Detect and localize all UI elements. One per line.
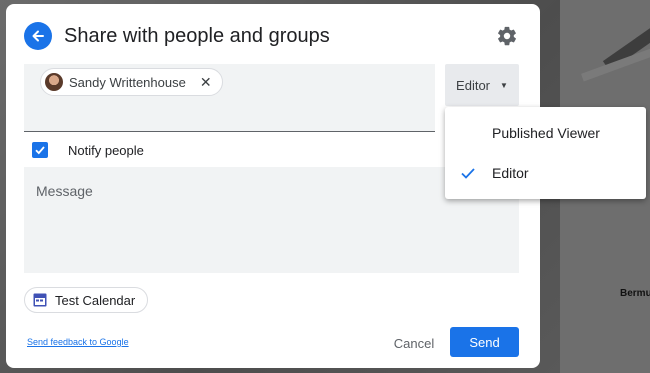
notify-people-row: Notify people <box>32 142 144 158</box>
send-feedback-link[interactable]: Send feedback to Google <box>27 337 129 347</box>
calendar-chip[interactable]: Test Calendar <box>24 287 149 313</box>
check-icon <box>461 168 475 179</box>
gear-icon[interactable] <box>496 25 518 47</box>
person-chip[interactable]: Sandy Writtenhouse ✕ <box>40 68 223 96</box>
person-chip-name: Sandy Writtenhouse <box>69 74 186 90</box>
role-dropdown-label: Editor <box>456 77 491 93</box>
close-icon[interactable]: ✕ <box>200 75 212 89</box>
notify-people-checkbox[interactable] <box>32 142 48 158</box>
check-icon <box>35 146 45 155</box>
calendar-icon <box>33 293 47 307</box>
send-button[interactable]: Send <box>450 327 519 357</box>
back-button[interactable] <box>24 22 52 50</box>
dialog-header: Share with people and groups <box>24 22 330 50</box>
calendar-label: Test Calendar <box>55 292 136 308</box>
map-label: Bermu <box>620 288 650 299</box>
role-option-editor[interactable]: Editor <box>445 153 646 193</box>
role-option-published-viewer[interactable]: Published Viewer <box>445 113 646 153</box>
message-placeholder: Message <box>36 183 93 199</box>
cancel-button[interactable]: Cancel <box>384 328 444 358</box>
avatar <box>45 73 63 91</box>
caret-down-icon: ▼ <box>500 80 508 90</box>
role-option-label: Editor <box>492 165 529 181</box>
role-menu: Published Viewer Editor <box>445 107 646 199</box>
arrow-left-icon <box>32 30 44 42</box>
people-input-field[interactable]: Sandy Writtenhouse ✕ <box>24 64 435 132</box>
role-dropdown-button[interactable]: Editor ▼ <box>445 64 519 106</box>
dialog-title: Share with people and groups <box>64 24 330 47</box>
role-option-label: Published Viewer <box>492 125 600 141</box>
notify-people-label: Notify people <box>68 142 144 158</box>
